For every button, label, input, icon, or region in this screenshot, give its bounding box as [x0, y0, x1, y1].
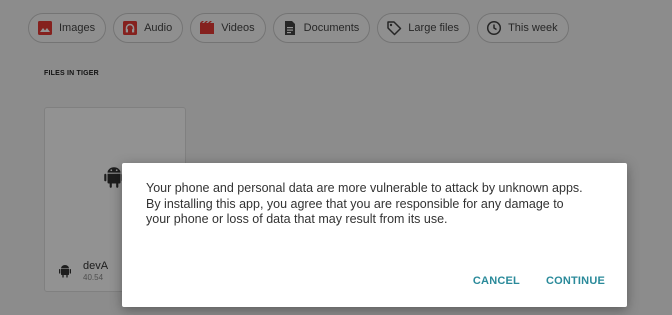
dialog-message: Your phone and personal data are more vu… [146, 181, 583, 226]
continue-button[interactable]: CONTINUE [546, 275, 605, 287]
cancel-button[interactable]: CANCEL [473, 275, 520, 287]
dialog-actions: CANCEL CONTINUE [473, 275, 605, 287]
file-browser-screen: Images Audio Videos Documents Large file… [0, 0, 672, 315]
install-warning-dialog: Your phone and personal data are more vu… [122, 163, 627, 307]
